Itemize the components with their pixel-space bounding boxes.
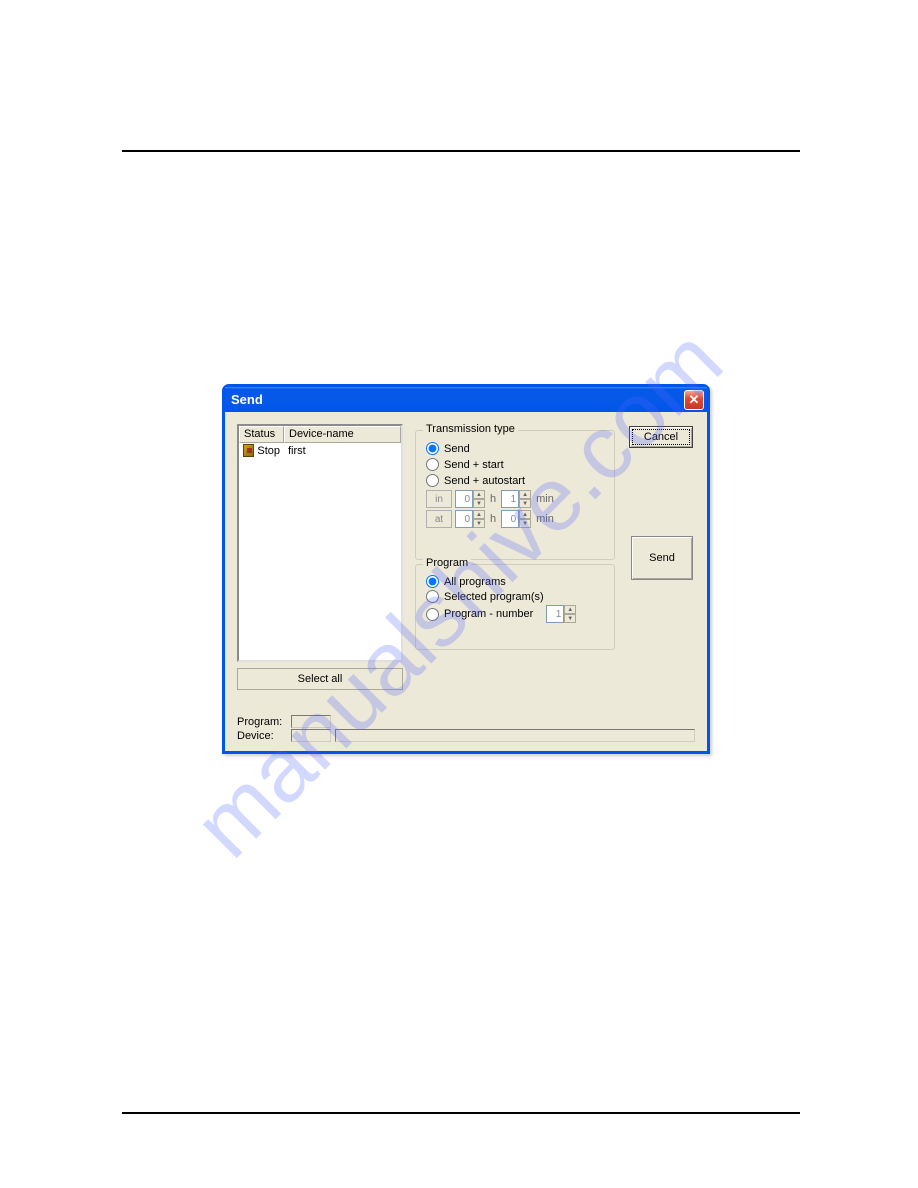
radio-selected-programs-label: Selected program(s) (444, 591, 544, 603)
status-device-label: Device: (237, 730, 287, 742)
in-hour-input[interactable] (455, 490, 473, 508)
radio-all-programs-input[interactable] (426, 575, 439, 588)
at-button[interactable]: at (426, 510, 452, 528)
in-hour-spinner[interactable]: ▲▼ (455, 490, 485, 508)
status-program-label: Program: (237, 716, 287, 728)
radio-all-programs[interactable]: All programs (426, 575, 608, 588)
chevron-down-icon[interactable]: ▼ (519, 499, 531, 508)
status-program-field (291, 715, 331, 728)
unit-h: h (490, 493, 496, 505)
at-min-spinner[interactable]: ▲▼ (501, 510, 531, 528)
program-number-input[interactable] (546, 605, 564, 623)
unit-min-2: min (536, 513, 554, 525)
radio-selected-programs-input[interactable] (426, 590, 439, 603)
dialog-client: Status Device-name Stop first Select all… (225, 412, 707, 751)
chevron-up-icon[interactable]: ▲ (519, 490, 531, 499)
status-area: Program: Device: (237, 714, 695, 743)
transmission-group: Transmission type Send Send + start Send… (415, 430, 615, 560)
cancel-button-label: Cancel (644, 431, 678, 443)
radio-selected-programs[interactable]: Selected program(s) (426, 590, 608, 603)
chevron-down-icon[interactable]: ▼ (473, 519, 485, 528)
device-list-header: Status Device-name (239, 426, 401, 443)
radio-send-start-label: Send + start (444, 459, 504, 471)
status-program-row: Program: (237, 715, 695, 728)
chevron-up-icon[interactable]: ▲ (519, 510, 531, 519)
close-icon: ✕ (689, 392, 700, 408)
titlebar[interactable]: Send ✕ (225, 387, 707, 412)
time-row-in: in ▲▼ h ▲▼ min (426, 490, 608, 508)
at-min-input[interactable] (501, 510, 519, 528)
time-row-at: at ▲▼ h ▲▼ min (426, 510, 608, 528)
at-hour-input[interactable] (455, 510, 473, 528)
stop-icon (243, 444, 254, 457)
radio-all-programs-label: All programs (444, 576, 506, 588)
radio-send-start[interactable]: Send + start (426, 458, 608, 471)
cell-status-text: Stop (257, 445, 280, 457)
radio-send-input[interactable] (426, 442, 439, 455)
list-item[interactable]: Stop first (239, 443, 401, 458)
radio-send-label: Send (444, 443, 470, 455)
at-hour-spinner[interactable]: ▲▼ (455, 510, 485, 528)
send-button[interactable]: Send (631, 536, 693, 580)
radio-program-number-label: Program - number (444, 608, 533, 620)
radio-program-number[interactable]: Program - number ▲▼ (426, 605, 608, 623)
radio-program-number-input[interactable] (426, 608, 439, 621)
cell-device-name: first (284, 444, 401, 457)
page-rule-top (122, 150, 800, 152)
chevron-down-icon[interactable]: ▼ (564, 614, 576, 623)
cancel-button[interactable]: Cancel (629, 426, 693, 448)
in-button[interactable]: in (426, 490, 452, 508)
unit-min: min (536, 493, 554, 505)
radio-send-autostart-input[interactable] (426, 474, 439, 487)
page-rule-bottom (122, 1112, 800, 1114)
col-header-device-name[interactable]: Device-name (284, 426, 401, 443)
unit-h-2: h (490, 513, 496, 525)
radio-send-autostart[interactable]: Send + autostart (426, 474, 608, 487)
program-group: Program All programs Selected program(s)… (415, 564, 615, 650)
in-button-label: in (435, 494, 443, 505)
send-button-label: Send (649, 552, 675, 564)
chevron-up-icon[interactable]: ▲ (473, 490, 485, 499)
chevron-up-icon[interactable]: ▲ (564, 605, 576, 614)
radio-send-start-input[interactable] (426, 458, 439, 471)
in-min-spinner[interactable]: ▲▼ (501, 490, 531, 508)
in-min-input[interactable] (501, 490, 519, 508)
dialog-title: Send (231, 392, 263, 407)
chevron-down-icon[interactable]: ▼ (519, 519, 531, 528)
close-button[interactable]: ✕ (684, 390, 704, 410)
col-header-status[interactable]: Status (239, 426, 284, 443)
select-all-label: Select all (298, 673, 343, 685)
cell-status: Stop (239, 444, 284, 457)
send-dialog: Send ✕ Status Device-name Stop first Sel… (222, 384, 710, 754)
status-device-field-short (291, 729, 331, 742)
at-button-label: at (435, 514, 443, 525)
chevron-down-icon[interactable]: ▼ (473, 499, 485, 508)
status-device-row: Device: (237, 729, 695, 742)
status-device-field-long (335, 729, 695, 742)
device-list[interactable]: Status Device-name Stop first (237, 424, 403, 662)
program-group-title: Program (423, 557, 471, 569)
select-all-button[interactable]: Select all (237, 668, 403, 690)
radio-send-autostart-label: Send + autostart (444, 475, 525, 487)
chevron-up-icon[interactable]: ▲ (473, 510, 485, 519)
transmission-group-title: Transmission type (423, 423, 518, 435)
program-number-spinner[interactable]: ▲▼ (546, 605, 576, 623)
radio-send[interactable]: Send (426, 442, 608, 455)
